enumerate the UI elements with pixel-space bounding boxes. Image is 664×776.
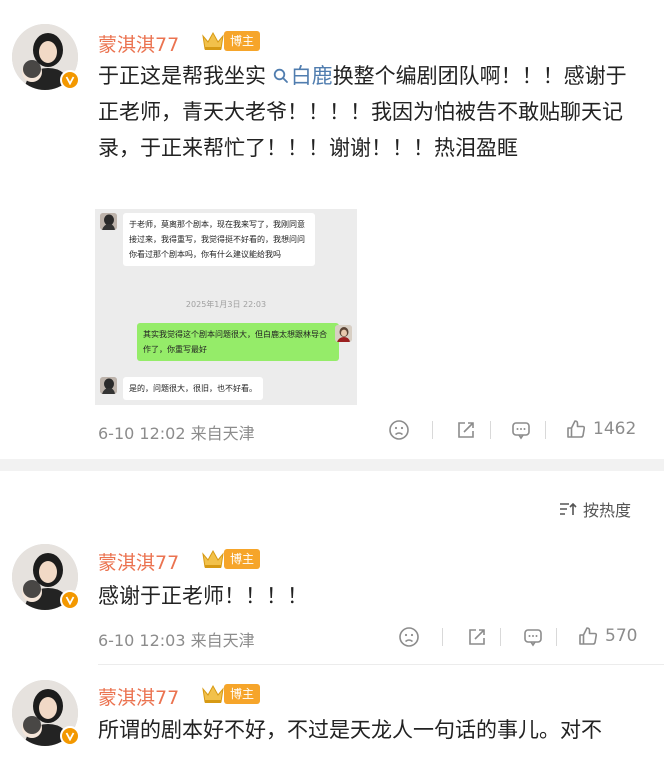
verified-icon: [60, 70, 80, 90]
like-count: 570: [605, 626, 638, 646]
section-gap: [0, 459, 664, 471]
crown-icon: [202, 684, 224, 703]
divider: [545, 421, 546, 439]
share-button[interactable]: [466, 626, 488, 648]
chat-avatar: [100, 213, 117, 230]
thumbs-up-icon: [579, 627, 598, 645]
sort-icon: [560, 502, 577, 515]
blogger-badge: 博主: [224, 684, 261, 704]
chat-avatar: [100, 377, 117, 394]
comment-button[interactable]: [522, 626, 544, 648]
divider: [490, 421, 491, 439]
comment-icon: [524, 629, 542, 647]
blogger-badge: 博主: [224, 31, 261, 51]
comment-time: 6-10 12:02 来自天津: [98, 424, 255, 443]
comment-button[interactable]: [510, 419, 532, 441]
username[interactable]: 蒙淇淇77: [98, 683, 179, 710]
topic-link[interactable]: 白鹿: [273, 64, 333, 88]
share-icon: [458, 422, 474, 438]
share-button[interactable]: [455, 419, 477, 441]
verified-icon: [60, 726, 80, 746]
dislike-button[interactable]: [398, 626, 420, 648]
username[interactable]: 蒙淇淇77: [98, 30, 179, 57]
comment-text: 感谢于正老师！！！！: [98, 584, 308, 608]
blogger-badge: 博主: [224, 549, 261, 569]
comment-icon: [512, 422, 530, 440]
comment-text: 于正这是帮我坐实 白鹿换整个编剧团队啊！！！感谢于正老师，青天大老爷！！！！我因…: [98, 64, 627, 160]
chat-screenshot[interactable]: 于老师，莫离那个剧本，现在我来写了，我刚同意接过来，我得重写，我觉得挺不好看的，…: [95, 209, 357, 405]
sad-face-icon: [399, 627, 419, 647]
crown-icon: [202, 31, 224, 50]
comment-divider: [98, 664, 664, 665]
search-icon: [273, 68, 288, 83]
verified-icon: [60, 590, 80, 610]
share-icon: [469, 629, 485, 645]
chat-message: 于老师，莫离那个剧本，现在我来写了，我刚同意接过来，我得重写，我觉得挺不好看的，…: [123, 213, 315, 266]
dislike-button[interactable]: [388, 419, 410, 441]
divider: [442, 628, 443, 646]
divider: [500, 628, 501, 646]
comment-text: 所谓的剧本好不好，不过是天龙人一句话的事儿。对不: [98, 718, 602, 742]
divider: [556, 628, 557, 646]
thumbs-up-icon: [567, 420, 586, 438]
comment-time: 6-10 12:03 来自天津: [98, 631, 255, 650]
chat-message: 其实我觉得这个剧本问题很大，但白鹿太想跟林导合作了，你重写最好: [137, 323, 339, 361]
sad-face-icon: [389, 420, 409, 440]
chat-timestamp: 2025年1月3日 22:03: [185, 300, 267, 309]
sort-button[interactable]: 按热度: [558, 497, 631, 521]
chat-avatar: [335, 325, 352, 342]
like-button[interactable]: 570: [577, 625, 637, 647]
username[interactable]: 蒙淇淇77: [98, 548, 179, 575]
chat-message: 是的，问题很大，很旧，也不好看。: [123, 377, 263, 400]
divider: [432, 421, 433, 439]
crown-icon: [202, 549, 224, 568]
like-count: 1462: [593, 419, 637, 439]
like-button[interactable]: 1462: [565, 418, 636, 440]
